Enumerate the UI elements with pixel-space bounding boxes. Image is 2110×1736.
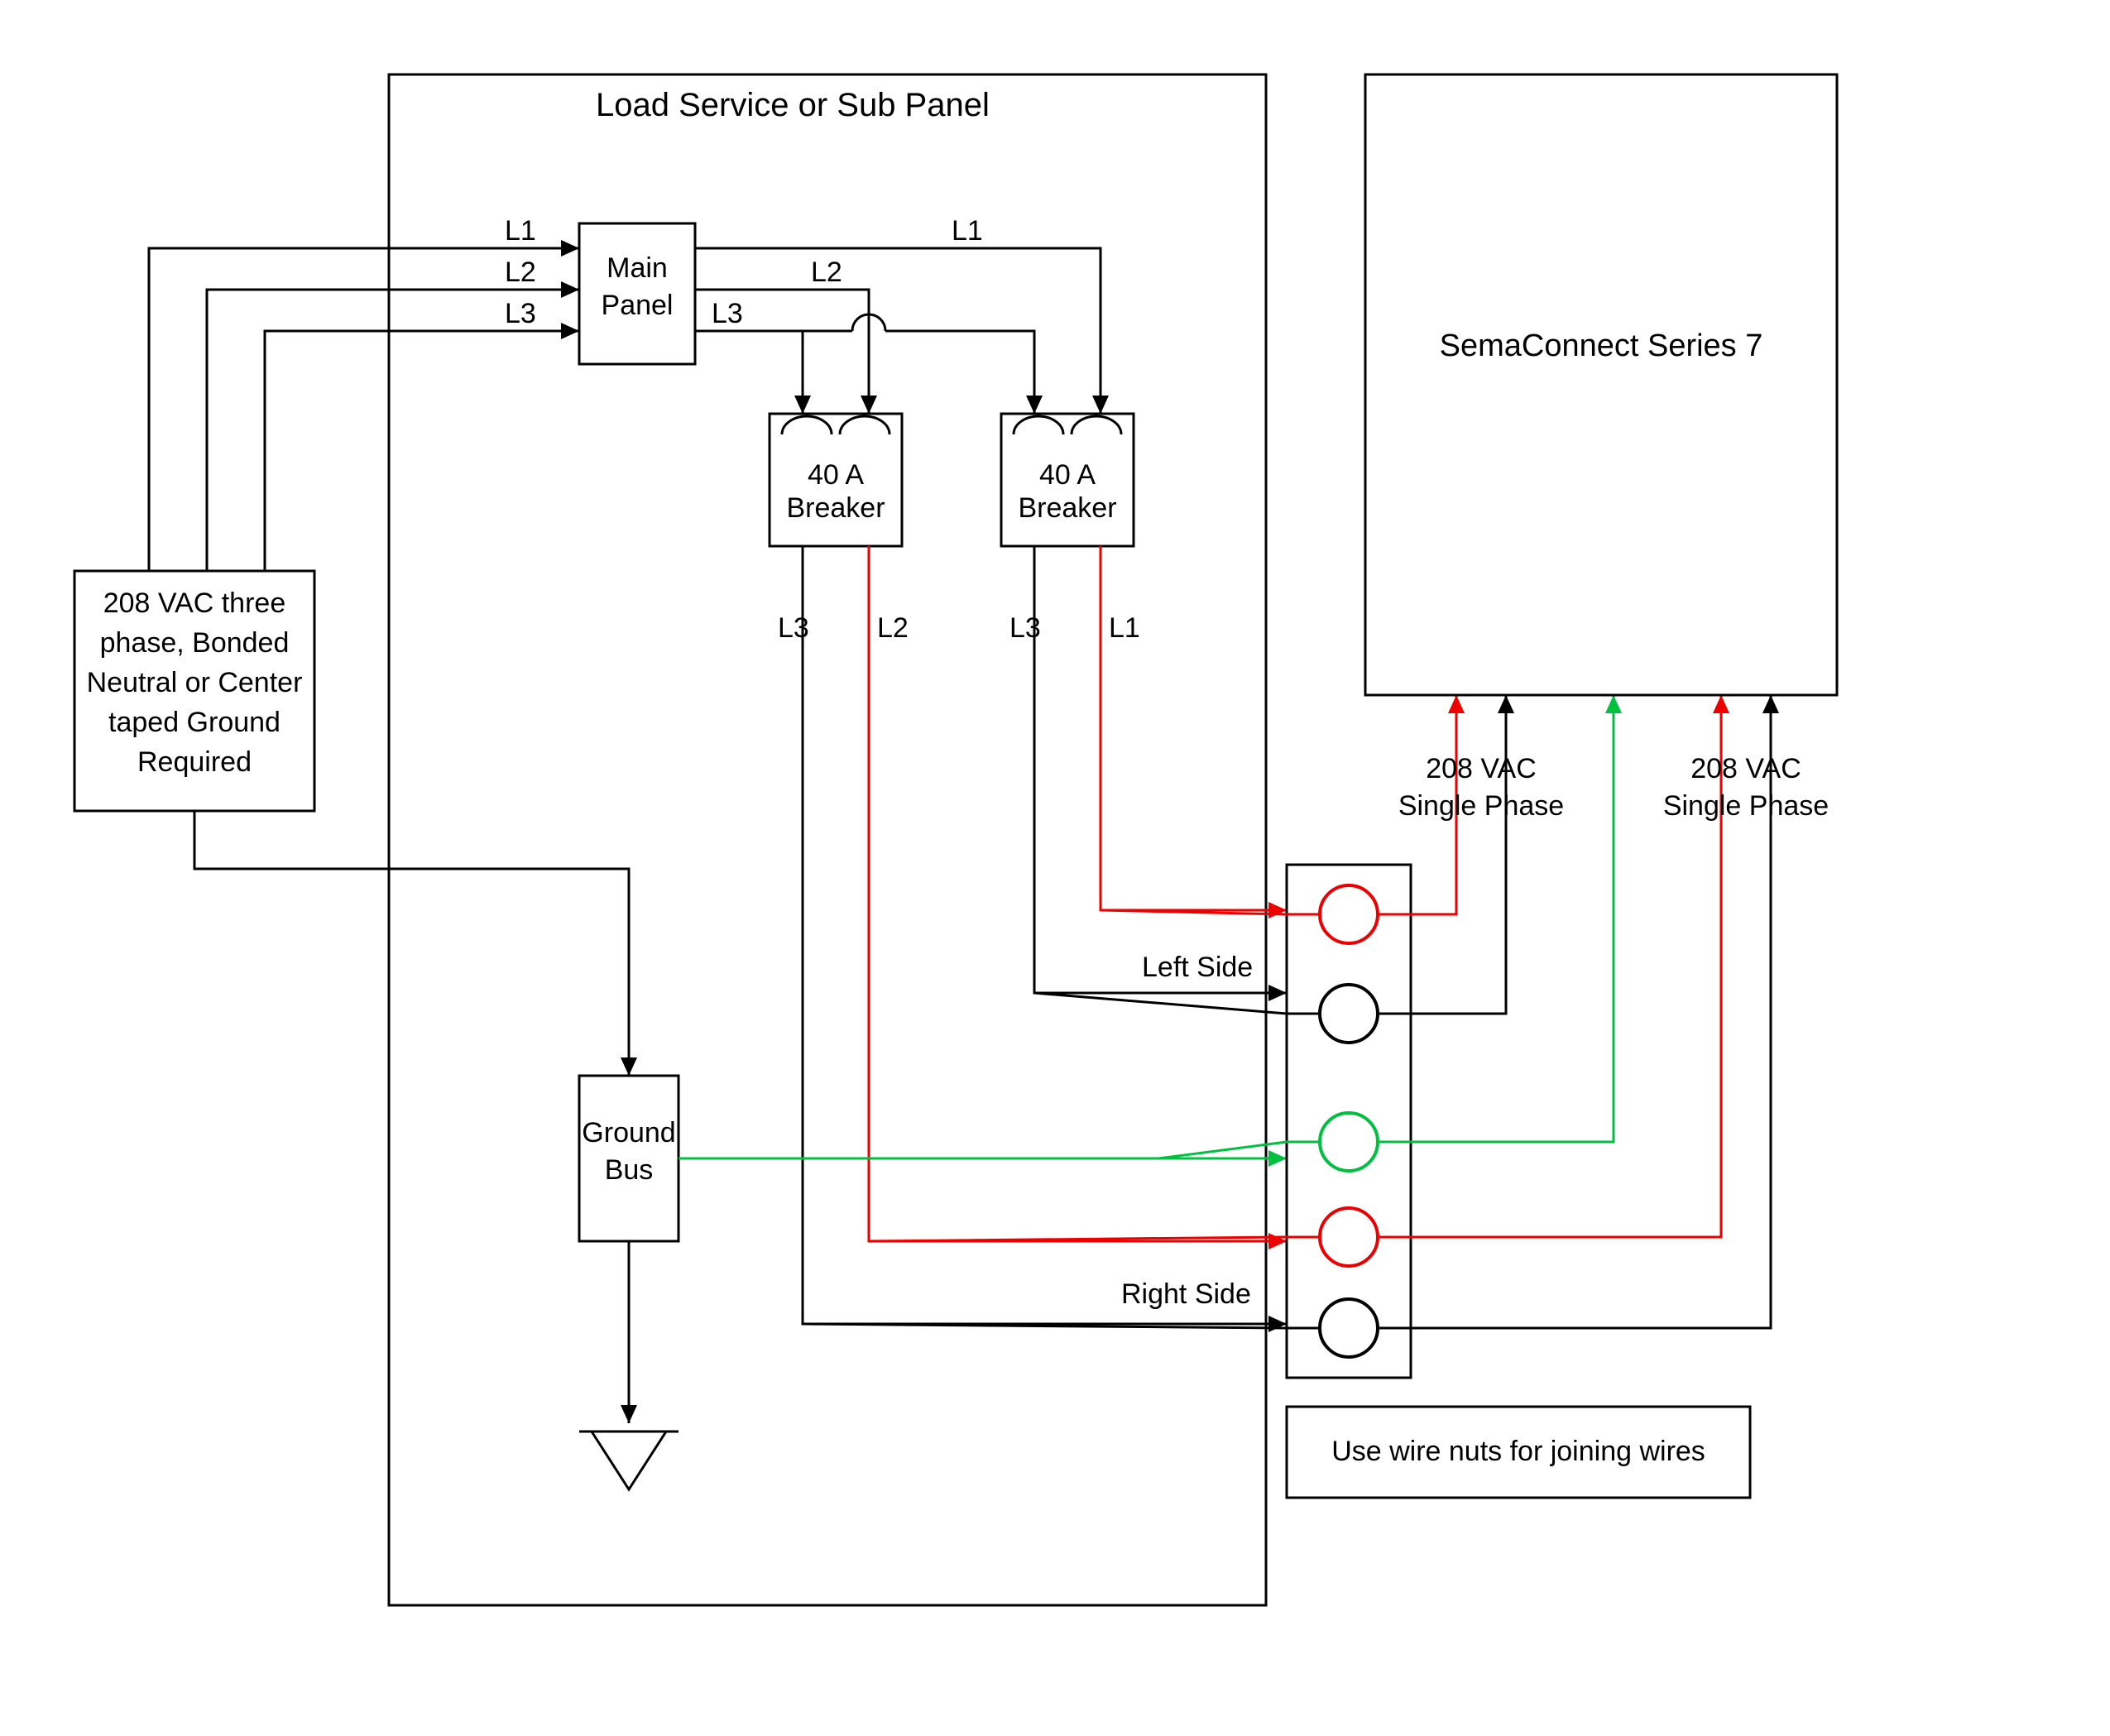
wire-brkR-L3 xyxy=(1034,546,1287,993)
label-brkL-L2: L2 xyxy=(877,612,909,644)
breaker-left: 40 A Breaker xyxy=(770,414,902,546)
arrow-brkR-L1 xyxy=(1268,902,1287,918)
label-brkR-L1: L1 xyxy=(1109,612,1140,644)
wire-l3-mid-b2 xyxy=(885,331,1034,414)
label-l2-mid: L2 xyxy=(811,257,842,288)
arrow-l1-in xyxy=(561,240,579,257)
charger-box xyxy=(1365,74,1837,695)
label-l3-mid: L3 xyxy=(712,298,743,329)
ground-symbol xyxy=(592,1431,666,1489)
source-line-4: taped Ground xyxy=(108,707,281,738)
wire-nut-note: Use wire nuts for joining wires xyxy=(1331,1436,1705,1467)
arrow-out-1-red xyxy=(1448,695,1465,713)
arrow-ground-feed xyxy=(621,1057,637,1076)
terminal-4 xyxy=(1320,1208,1378,1266)
wire-l3-mid-a xyxy=(695,331,803,414)
arrow-l3-mid-b xyxy=(1026,396,1043,414)
wire-brkL-L2 xyxy=(869,546,1287,1241)
label-l3-in: L3 xyxy=(505,298,536,329)
source-line-5: Required xyxy=(137,746,252,778)
vac-right-1: 208 VAC xyxy=(1690,753,1801,784)
wire-l3-in xyxy=(265,331,579,571)
charger-title: SemaConnect Series 7 xyxy=(1440,328,1763,363)
wire-ground-feed xyxy=(194,811,629,1076)
breaker-left-rating: 40 A xyxy=(808,459,864,491)
vac-right-2: Single Phase xyxy=(1663,790,1829,822)
breaker-left-label: Breaker xyxy=(786,492,885,524)
label-l1-mid: L1 xyxy=(952,215,983,247)
arrow-ground-green xyxy=(1268,1150,1287,1167)
arrow-out-2-black xyxy=(1498,695,1514,713)
arrow-brkR-L3 xyxy=(1268,985,1287,1001)
source-line-1: 208 VAC three xyxy=(103,587,286,619)
label-brkL-L3: L3 xyxy=(778,612,809,644)
source-line-3: Neutral or Center xyxy=(87,667,303,698)
arrow-out-5-black xyxy=(1762,695,1779,713)
right-side-label: Right Side xyxy=(1121,1278,1251,1310)
vac-left-2: Single Phase xyxy=(1398,790,1564,822)
wiring-diagram: Load Service or Sub Panel 208 VAC three … xyxy=(0,0,2110,1736)
arrow-out-4-red xyxy=(1713,695,1729,713)
label-l1-in: L1 xyxy=(505,215,536,247)
terminal-5 xyxy=(1320,1299,1378,1357)
ground-bus-label-2: Bus xyxy=(605,1154,654,1186)
wire-brkR-L1 xyxy=(1101,546,1287,910)
out-2-black xyxy=(1378,695,1506,1014)
main-panel-label-1: Main xyxy=(607,252,668,284)
terminal-2 xyxy=(1320,985,1378,1043)
breaker-right-rating: 40 A xyxy=(1039,459,1096,491)
label-brkR-L3: L3 xyxy=(1009,612,1041,644)
arrow-l3-mid-a xyxy=(794,396,811,414)
wire-brkL-L3 xyxy=(803,546,1287,1324)
terminal-3 xyxy=(1320,1113,1378,1171)
arrow-l1-mid xyxy=(1092,396,1109,414)
main-panel-label-2: Panel xyxy=(602,290,674,321)
wire-l1-in xyxy=(149,248,579,571)
left-side-label: Left Side xyxy=(1142,952,1253,983)
arrow-ground-down xyxy=(621,1405,637,1423)
breaker-right: 40 A Breaker xyxy=(1001,414,1134,546)
label-l2-in: L2 xyxy=(505,257,536,288)
terminal-1 xyxy=(1320,885,1378,943)
ground-bus-label-1: Ground xyxy=(582,1117,675,1149)
arrow-brkL-L3 xyxy=(1268,1316,1287,1332)
sub-panel-title: Load Service or Sub Panel xyxy=(596,87,990,123)
arrow-l3-in xyxy=(561,323,579,339)
arrow-l2-mid xyxy=(861,396,877,414)
arrow-out-3-green xyxy=(1605,695,1622,713)
arrow-brkL-L2 xyxy=(1268,1233,1287,1249)
source-line-2: phase, Bonded xyxy=(100,627,290,659)
vac-left-1: 208 VAC xyxy=(1426,753,1537,784)
breaker-right-label: Breaker xyxy=(1018,492,1116,524)
arrow-l2-in xyxy=(561,281,579,298)
